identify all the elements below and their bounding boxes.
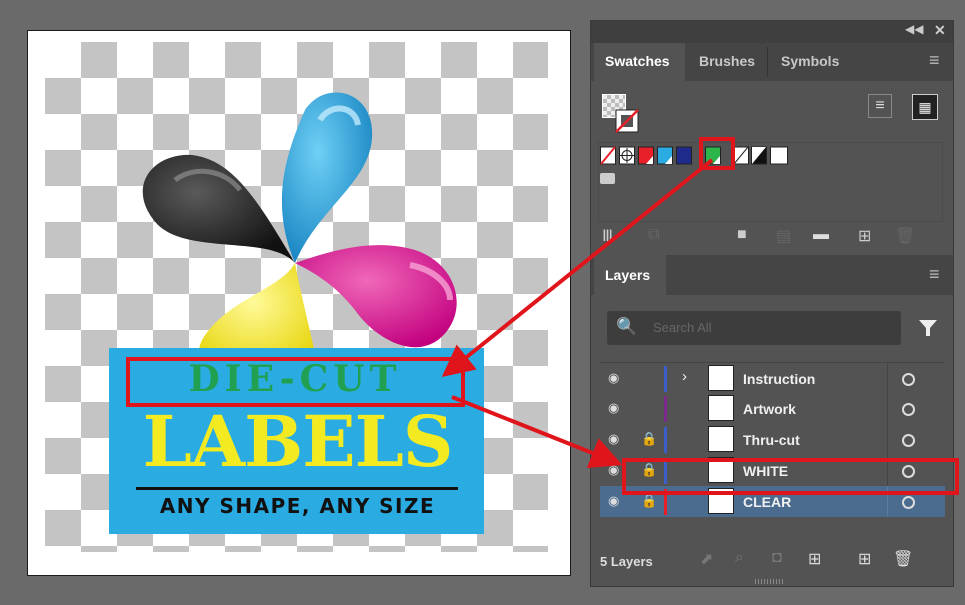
annotation-arrows bbox=[441, 158, 714, 468]
arrow-text-to-layer bbox=[451, 395, 623, 468]
arrow-swatch-to-text bbox=[441, 158, 714, 378]
